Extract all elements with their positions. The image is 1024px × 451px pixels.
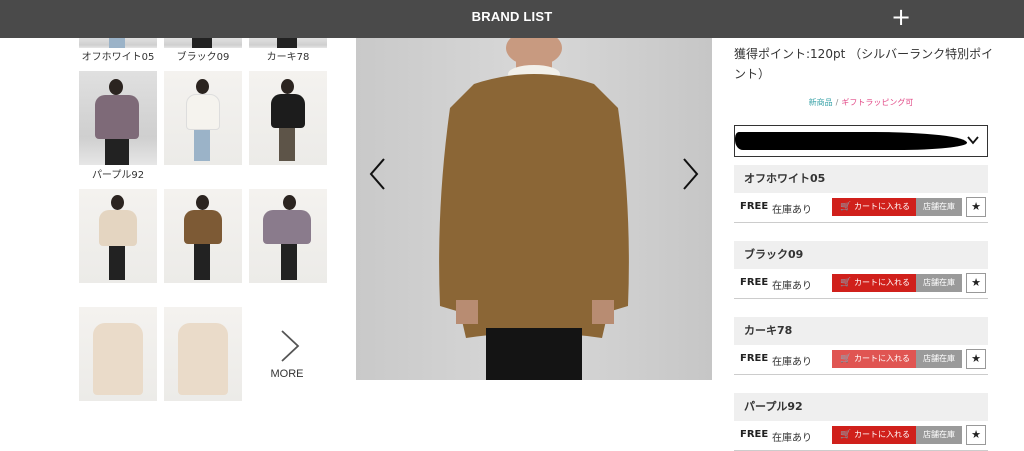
store-stock-button[interactable]: 店舗在庫 <box>916 350 962 368</box>
color-name: カーキ78 <box>734 317 988 345</box>
color-name: パープル92 <box>734 393 988 421</box>
store-stock-button[interactable]: 店舗在庫 <box>916 426 962 444</box>
stock-status: 在庫あり <box>772 281 812 292</box>
chevron-right-icon[interactable] <box>276 329 302 363</box>
thumbnail-khaki-top[interactable] <box>249 38 327 48</box>
chevron-left-icon[interactable] <box>368 157 388 191</box>
thumbnail-flatlay-back[interactable] <box>164 307 242 401</box>
tag-separator: / <box>835 98 839 107</box>
thumbnail-model-purple[interactable] <box>79 71 157 165</box>
star-icon[interactable]: ★ <box>966 273 986 293</box>
add-to-cart-button[interactable]: 🛒 カートに入れる <box>832 426 916 444</box>
stock-line: FREE 在庫あり 🛒 カートに入れる 店舗在庫 ★ <box>734 269 988 299</box>
thumbnail-model-white[interactable] <box>164 71 242 165</box>
thumbnail-model-purple-2[interactable] <box>249 189 327 283</box>
thumbnail-caption-black: ブラック09 <box>176 52 230 63</box>
cart-icon: 🛒 <box>840 278 852 288</box>
add-to-cart-button[interactable]: 🛒 カートに入れる <box>832 274 916 292</box>
cart-icon: 🛒 <box>840 430 852 440</box>
stock-status: 在庫あり <box>772 433 812 444</box>
more-link[interactable]: MORE <box>262 368 312 380</box>
points-info: 獲得ポイント:120pt （シルバーランク特別ポイント） <box>734 47 994 81</box>
thumbnail-model-beige[interactable] <box>79 189 157 283</box>
model-illustration <box>439 38 629 380</box>
thumbnail-black-top[interactable] <box>164 38 242 48</box>
product-tags: 新商品 / ギフトラッピング可 <box>734 97 988 108</box>
thumbnail-model-black[interactable] <box>249 71 327 165</box>
color-name: ブラック09 <box>734 241 988 269</box>
plus-icon[interactable]: + <box>888 5 914 30</box>
star-icon[interactable]: ★ <box>966 425 986 445</box>
color-row-black: ブラック09 FREE 在庫あり 🛒 カートに入れる 店舗在庫 ★ <box>734 241 988 299</box>
size-label: FREE <box>740 429 769 440</box>
color-name: オフホワイト05 <box>734 165 988 193</box>
thumbnail-offwhite-top[interactable] <box>79 38 157 48</box>
color-row-khaki: カーキ78 FREE 在庫あり 🛒 カートに入れる 店舗在庫 ★ <box>734 317 988 375</box>
store-stock-button[interactable]: 店舗在庫 <box>916 274 962 292</box>
color-row-purple: パープル92 FREE 在庫あり 🛒 カートに入れる 店舗在庫 ★ <box>734 393 988 451</box>
size-label: FREE <box>740 353 769 364</box>
cart-icon: 🛒 <box>840 202 852 212</box>
thumbnail-model-khaki[interactable] <box>164 189 242 283</box>
add-to-cart-button[interactable]: 🛒 カートに入れる <box>832 198 916 216</box>
color-row-offwhite: オフホワイト05 FREE 在庫あり 🛒 カートに入れる 店舗在庫 ★ <box>734 165 988 223</box>
main-product-image <box>356 38 712 380</box>
store-stock-button[interactable]: 店舗在庫 <box>916 198 962 216</box>
thumbnail-caption-offwhite: オフホワイト05 <box>81 52 155 63</box>
chevron-right-icon[interactable] <box>680 157 700 191</box>
star-icon[interactable]: ★ <box>966 349 986 369</box>
add-to-cart-button[interactable]: 🛒 カートに入れる <box>832 350 916 368</box>
thumbnail-flatlay-front[interactable] <box>79 307 157 401</box>
brand-list-title[interactable]: BRAND LIST <box>0 0 1024 38</box>
thumbnail-caption-purple: パープル92 <box>91 170 145 181</box>
redaction-scribble <box>735 132 967 150</box>
stock-status: 在庫あり <box>772 205 812 216</box>
size-label: FREE <box>740 277 769 288</box>
chevron-down-icon <box>967 136 979 145</box>
top-bar: BRAND LIST + <box>0 0 1024 38</box>
stock-status: 在庫あり <box>772 357 812 368</box>
thumbnail-caption-khaki: カーキ78 <box>266 52 310 63</box>
tag-gift-wrapping: ギフトラッピング可 <box>841 98 914 107</box>
stock-line: FREE 在庫あり 🛒 カートに入れる 店舗在庫 ★ <box>734 345 988 375</box>
stock-line: FREE 在庫あり 🛒 カートに入れる 店舗在庫 ★ <box>734 421 988 451</box>
size-label: FREE <box>740 201 769 212</box>
tag-new: 新商品 <box>808 98 833 107</box>
stock-line: FREE 在庫あり 🛒 カートに入れる 店舗在庫 ★ <box>734 193 988 223</box>
cart-icon: 🛒 <box>840 354 852 364</box>
star-icon[interactable]: ★ <box>966 197 986 217</box>
redacted-dropdown-select[interactable] <box>734 125 988 157</box>
